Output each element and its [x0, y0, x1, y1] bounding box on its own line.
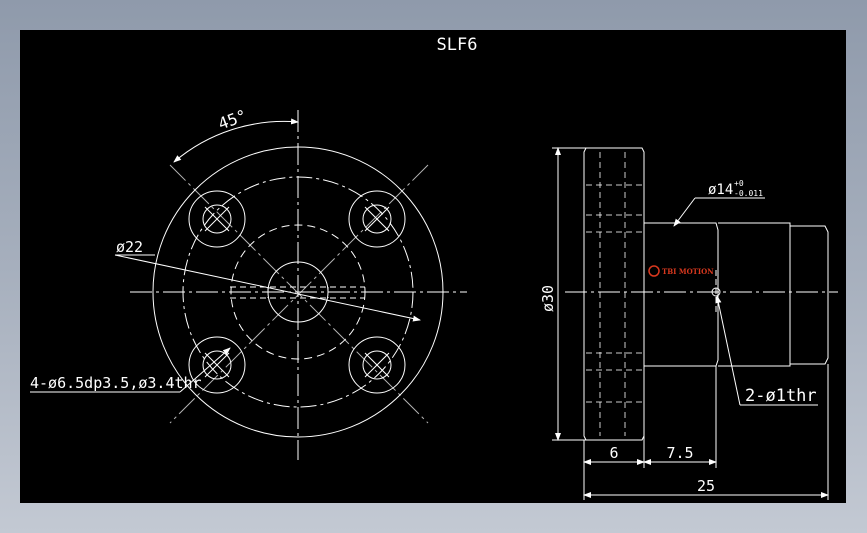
pcd-leader-line — [114, 254, 421, 322]
shoulder-label: 7.5 — [666, 444, 693, 462]
mounting-hole-top-left — [188, 190, 246, 248]
end-section-profile — [790, 225, 829, 365]
front-view — [30, 110, 467, 460]
flange-diameter-label: ø30 — [539, 285, 557, 312]
total-length-label: 25 — [697, 477, 715, 495]
oil-hole-leader — [715, 295, 741, 406]
watermark-logo: TBI MOTION — [648, 265, 714, 277]
shaft-tolerance-leader — [673, 197, 696, 227]
nut-body-profile — [644, 222, 719, 367]
flange-profile — [583, 147, 645, 441]
pcd-label: ø22 — [116, 238, 143, 256]
oil-hole-label: 2-ø1thr — [745, 386, 817, 406]
shaft-tolerance-label: ø14 — [708, 182, 733, 198]
watermark-text: TBI MOTION — [662, 267, 714, 276]
mounting-hole-bottom-right — [348, 336, 406, 394]
drawing-canvas: SLF6 45° ø22 4-ø6.5dp3.5,ø3.4thr TBI MOT… — [20, 30, 846, 503]
side-view — [552, 147, 838, 500]
drawing-title: SLF6 — [437, 35, 478, 55]
angle-label: 45° — [216, 106, 250, 134]
mounting-hole-top-right — [348, 190, 406, 248]
flange-thickness-label: 6 — [609, 444, 618, 462]
cad-drawing: SLF6 45° ø22 4-ø6.5dp3.5,ø3.4thr TBI MOT… — [30, 35, 838, 500]
tolerance-upper-label: +0 — [734, 179, 744, 188]
shaft-section-profile — [718, 222, 791, 367]
tolerance-lower-label: -0.011 — [734, 189, 763, 198]
hole-callout-label: 4-ø6.5dp3.5,ø3.4thr — [30, 374, 202, 392]
flange-hidden-lines — [586, 152, 642, 436]
